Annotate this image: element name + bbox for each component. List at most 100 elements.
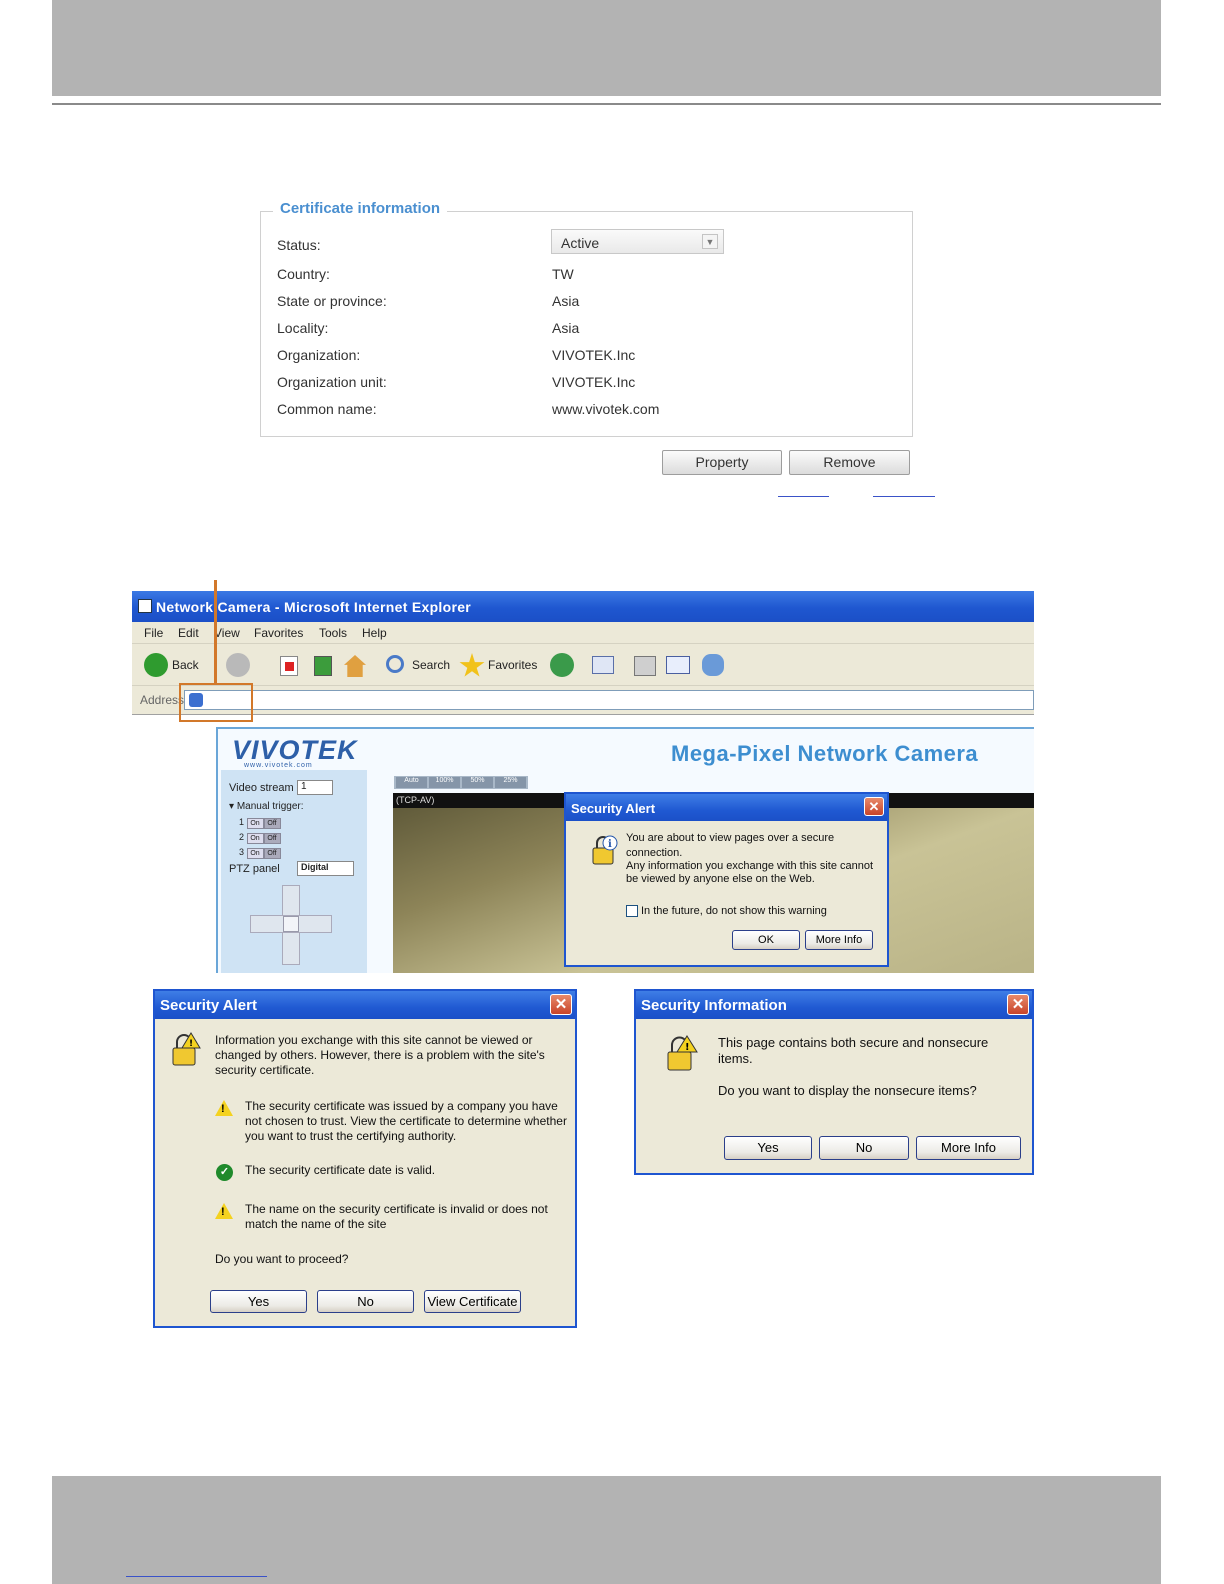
certificate-legend: Certificate information bbox=[273, 200, 448, 217]
address-label: Address bbox=[140, 693, 185, 707]
view-certificate-button[interactable]: View Certificate bbox=[424, 1290, 521, 1313]
security-information-line-2: Do you want to display the nonsecure ite… bbox=[718, 1083, 977, 1098]
close-icon[interactable]: ✕ bbox=[1007, 994, 1029, 1015]
country-label: Country: bbox=[277, 266, 330, 282]
no-button[interactable]: No bbox=[819, 1136, 909, 1160]
locality-value: Asia bbox=[552, 320, 580, 336]
mail-icon[interactable] bbox=[592, 656, 614, 674]
header-band bbox=[52, 0, 1161, 96]
inline-link-1-underline[interactable] bbox=[778, 496, 829, 497]
yes-button[interactable]: Yes bbox=[724, 1136, 812, 1160]
callout-box bbox=[179, 683, 253, 722]
svg-text:!: ! bbox=[685, 1042, 690, 1053]
video-stream-select[interactable]: 1 bbox=[297, 780, 333, 795]
ptz-panel-value: Digital bbox=[301, 862, 329, 872]
organization-unit-label: Organization unit: bbox=[277, 374, 387, 390]
video-stream-value: 1 bbox=[301, 781, 307, 792]
country-value: TW bbox=[552, 266, 574, 282]
forward-arrow-icon[interactable] bbox=[226, 653, 250, 677]
zoom-auto-button[interactable]: Auto bbox=[396, 777, 427, 788]
manual-trigger-text: Manual trigger bbox=[236, 801, 301, 812]
manual-trigger-label: ▾ Manual trigger: bbox=[229, 801, 304, 812]
yes-button[interactable]: Yes bbox=[210, 1290, 307, 1313]
chevron-down-icon[interactable]: ▼ bbox=[702, 234, 718, 249]
security-information-title: Security Information bbox=[641, 997, 787, 1014]
ptz-home-icon[interactable] bbox=[283, 916, 299, 932]
no-button[interactable]: No bbox=[317, 1290, 414, 1313]
security-alert-small-title-text: Security Alert bbox=[571, 801, 656, 816]
edit-icon[interactable] bbox=[666, 656, 690, 674]
ptz-panel-select[interactable]: Digital bbox=[297, 861, 354, 876]
trigger-off-button[interactable]: Off bbox=[263, 848, 281, 859]
state-value: Asia bbox=[552, 293, 580, 309]
favorites-button-label[interactable]: Favorites bbox=[488, 658, 537, 672]
trigger-rows: 1 On Off 2 On Off 3 On Off bbox=[239, 815, 281, 860]
refresh-icon[interactable] bbox=[314, 656, 332, 676]
history-icon[interactable] bbox=[550, 653, 574, 677]
inline-link-2-underline[interactable] bbox=[873, 496, 935, 497]
remove-button[interactable]: Remove bbox=[789, 450, 910, 475]
stop-icon[interactable] bbox=[280, 656, 298, 676]
trigger-on-button[interactable]: On bbox=[246, 848, 264, 859]
ok-button[interactable]: OK bbox=[732, 930, 800, 950]
security-alert-dialog: Security Alert ✕ ! Information you excha… bbox=[153, 989, 577, 1328]
ie-toolbar: Back Search Favorites bbox=[132, 644, 1034, 686]
home-icon[interactable] bbox=[344, 655, 366, 677]
menu-file[interactable]: File bbox=[144, 626, 163, 640]
lock-info-icon: i bbox=[588, 834, 618, 868]
back-button-label[interactable]: Back bbox=[172, 658, 199, 672]
trigger-number: 2 bbox=[239, 832, 245, 842]
trigger-row: 3 On Off bbox=[239, 845, 281, 860]
status-select[interactable]: Active ▼ bbox=[551, 229, 724, 254]
organization-value: VIVOTEK.Inc bbox=[552, 347, 636, 363]
favorites-star-icon[interactable] bbox=[459, 653, 485, 677]
alert-line-1: You are about to view pages over a secur… bbox=[626, 832, 835, 859]
close-icon[interactable]: ✕ bbox=[550, 994, 572, 1015]
header-divider bbox=[52, 103, 1161, 105]
search-icon[interactable] bbox=[386, 655, 404, 673]
messenger-icon[interactable] bbox=[702, 654, 724, 676]
trigger-off-button[interactable]: Off bbox=[263, 833, 281, 844]
menu-favorites[interactable]: Favorites bbox=[254, 626, 303, 640]
vivotek-logo-url: www.vivotek.com bbox=[244, 762, 313, 769]
warning-icon: ! bbox=[215, 1203, 233, 1219]
status-select-value: Active bbox=[561, 235, 600, 251]
close-icon[interactable]: ✕ bbox=[864, 797, 884, 816]
lock-warning-icon: ! bbox=[169, 1032, 201, 1066]
more-info-button[interactable]: More Info bbox=[916, 1136, 1021, 1160]
print-icon[interactable] bbox=[634, 656, 656, 676]
trigger-on-button[interactable]: On bbox=[246, 818, 264, 829]
menu-tools[interactable]: Tools bbox=[319, 626, 347, 640]
video-stream-label: Video stream bbox=[229, 782, 294, 794]
svg-text:!: ! bbox=[189, 1039, 193, 1049]
organization-label: Organization: bbox=[277, 347, 361, 363]
alert-item-1: The security certificate was issued by a… bbox=[245, 1099, 567, 1143]
dont-show-checkbox[interactable] bbox=[626, 905, 638, 917]
common-name-label: Common name: bbox=[277, 401, 377, 417]
status-label: Status: bbox=[277, 237, 321, 253]
trigger-row: 2 On Off bbox=[239, 830, 281, 845]
back-arrow-icon[interactable] bbox=[144, 653, 168, 677]
zoom-100-button[interactable]: 100% bbox=[429, 777, 460, 788]
menu-view[interactable]: View bbox=[214, 626, 240, 640]
ie-title-text: Network Camera - Microsoft Internet Expl… bbox=[156, 599, 472, 615]
menu-edit[interactable]: Edit bbox=[178, 626, 199, 640]
proceed-question: Do you want to proceed? bbox=[215, 1252, 349, 1266]
trigger-on-button[interactable]: On bbox=[246, 833, 264, 844]
menu-help[interactable]: Help bbox=[362, 626, 387, 640]
zoom-50-button[interactable]: 50% bbox=[462, 777, 493, 788]
alert-line-2: Any information you exchange with this s… bbox=[626, 860, 874, 885]
property-button[interactable]: Property bbox=[662, 450, 782, 475]
footer-link-underline[interactable] bbox=[126, 1576, 267, 1577]
address-input[interactable] bbox=[184, 690, 1034, 710]
more-info-button[interactable]: More Info bbox=[805, 930, 873, 950]
locality-label: Locality: bbox=[277, 320, 329, 336]
search-button-label[interactable]: Search bbox=[412, 658, 450, 672]
callout-line bbox=[214, 580, 217, 685]
ie-window-icon bbox=[138, 599, 152, 613]
svg-text:i: i bbox=[608, 839, 612, 850]
zoom-25-button[interactable]: 25% bbox=[495, 777, 526, 788]
trigger-off-button[interactable]: Off bbox=[263, 818, 281, 829]
protocol-label: (TCP-AV) bbox=[396, 795, 435, 805]
security-alert-small-title: Security Alert bbox=[566, 794, 887, 821]
